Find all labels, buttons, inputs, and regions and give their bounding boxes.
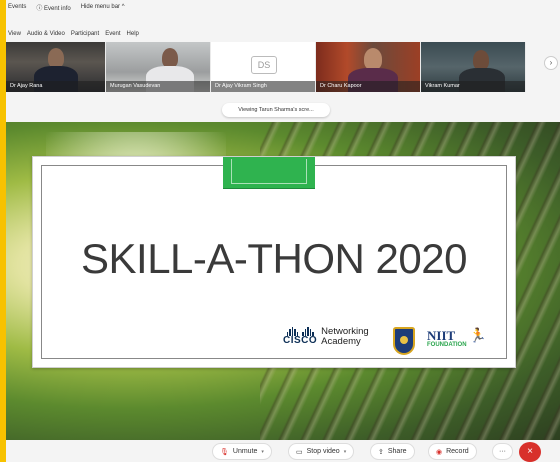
networking-academy-text: Networking Academy [321, 327, 369, 347]
participant-face [162, 48, 178, 68]
menu-bar: View Audio & Video Participant Event Hel… [6, 27, 560, 40]
participant-initials: DS [251, 56, 277, 74]
cisco-wordmark: CISCO [283, 335, 318, 346]
participant-tile[interactable]: Dr Ajay Rana [6, 42, 105, 92]
niit-foundation-logo: NIIT FOUNDATION 🏃 [427, 327, 486, 349]
participant-name: Dr Ajay Rana [6, 81, 105, 92]
meeting-window: Events ⓘ Event info Hide menu bar ^ View… [6, 0, 560, 462]
slide-title: SKILL-A-THON 2020 [81, 235, 468, 282]
event-info-button[interactable]: ⓘ Event info [36, 3, 70, 12]
shared-screen: SKILL-A-THON 2020 CISCO Networking Acade… [6, 122, 560, 440]
participant-tile[interactable]: Dr Charu Kapoor [316, 42, 420, 92]
menu-view[interactable]: View [8, 31, 21, 37]
participant-strip: Dr Ajay Rana Murugan Vasudevan DS Dr Aja… [6, 42, 560, 92]
more-options-button[interactable]: ··· [492, 443, 513, 460]
university-crest-icon [393, 327, 415, 355]
strip-next-button[interactable]: › [544, 56, 558, 70]
participant-face [48, 48, 64, 68]
microphone-muted-icon: 🎙 [220, 448, 229, 456]
niit-wordmark: NIIT [427, 328, 456, 343]
meeting-toolbar: 🎙 Unmute ▾ ▭ Stop video ▾ ⇪ Share ◉ Reco… [6, 440, 560, 462]
leave-meeting-button[interactable]: × [519, 442, 541, 462]
participant-tile[interactable]: DS Dr Ajay Vikram Singh [211, 42, 315, 92]
record-label: Record [446, 448, 469, 455]
presentation-slide: SKILL-A-THON 2020 CISCO Networking Acade… [32, 156, 516, 368]
viewing-banner: Viewing Tarun Sharma's scre... [222, 103, 330, 117]
stop-video-button[interactable]: ▭ Stop video ▾ [288, 443, 355, 460]
share-icon: ⇪ [378, 448, 384, 456]
stop-video-label: Stop video [306, 448, 340, 455]
share-button[interactable]: ⇪ Share [370, 443, 415, 460]
menu-participant[interactable]: Participant [71, 31, 99, 37]
unmute-label: Unmute [232, 448, 258, 455]
cisco-logo: CISCO [283, 327, 317, 346]
participant-tile[interactable]: Murugan Vasudevan [106, 42, 210, 92]
unmute-button[interactable]: 🎙 Unmute ▾ [212, 443, 272, 460]
event-info-label: Event info [44, 5, 71, 12]
menu-audio-video[interactable]: Audio & Video [27, 31, 65, 37]
slide-green-tab [223, 157, 315, 189]
menu-help[interactable]: Help [127, 31, 139, 37]
chevron-down-icon[interactable]: ▾ [344, 449, 347, 455]
participant-name: Dr Charu Kapoor [316, 81, 420, 92]
events-menu[interactable]: Events [8, 4, 26, 10]
participant-name: Dr Ajay Vikram Singh [211, 81, 315, 92]
hide-menu-bar-button[interactable]: Hide menu bar ^ [81, 4, 125, 10]
academy-line: Academy [321, 336, 361, 347]
share-label: Share [387, 448, 407, 455]
chevron-down-icon[interactable]: ▾ [261, 449, 264, 455]
niit-foundation-label: FOUNDATION [427, 342, 467, 348]
cisco-networking-academy-logo: CISCO Networking Academy [283, 327, 369, 347]
running-figure-icon: 🏃 [469, 327, 487, 343]
participant-name: Murugan Vasudevan [106, 81, 210, 92]
participant-name: Vikram Kumar [421, 81, 525, 92]
record-button[interactable]: ◉ Record [428, 443, 477, 460]
menu-event[interactable]: Event [105, 31, 120, 37]
participant-face [364, 48, 382, 70]
participant-face [473, 50, 489, 70]
record-icon: ◉ [436, 448, 443, 456]
camera-icon: ▭ [296, 448, 303, 456]
top-bar: Events ⓘ Event info Hide menu bar ^ [6, 0, 560, 14]
participant-tile[interactable]: Vikram Kumar [421, 42, 525, 92]
